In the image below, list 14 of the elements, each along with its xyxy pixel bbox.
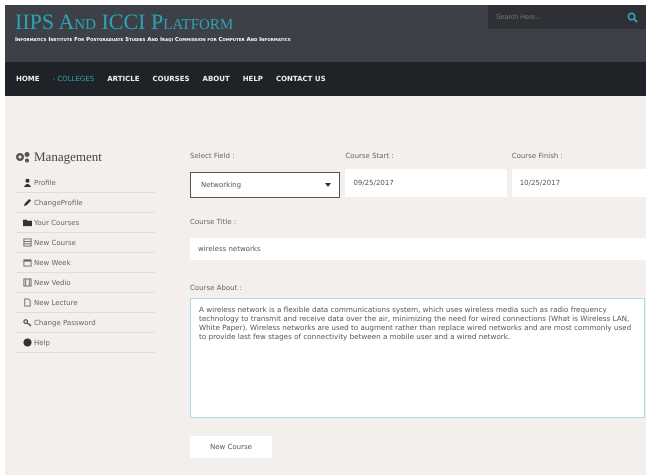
doc-icon	[23, 298, 32, 307]
sidebar-title: Management	[34, 149, 102, 165]
caret-icon	[325, 183, 332, 187]
site-title: IIPS And ICCI Platform	[15, 10, 234, 34]
pencil-icon	[23, 198, 32, 207]
calendar-icon	[23, 258, 32, 267]
search-icon	[626, 12, 638, 22]
search-button[interactable]	[618, 5, 646, 29]
list-icon	[23, 238, 32, 247]
user-icon	[23, 178, 32, 187]
film-icon	[23, 278, 32, 287]
key-icon	[23, 318, 32, 327]
folder-icon	[23, 218, 32, 227]
gears-icon	[15, 151, 31, 163]
